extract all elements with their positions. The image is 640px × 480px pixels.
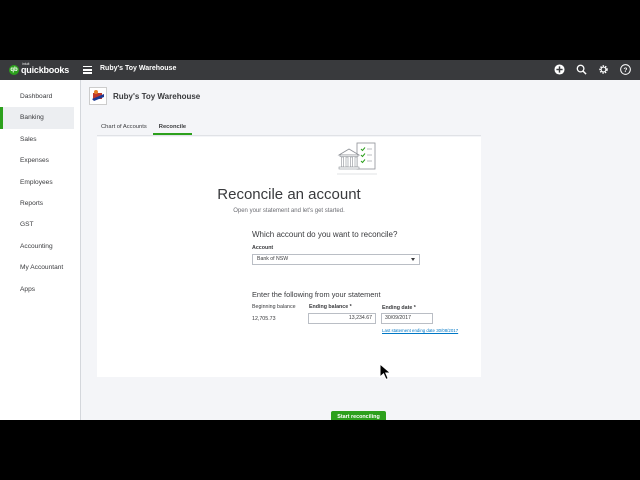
sidebar-item-gst[interactable]: GST xyxy=(0,214,80,235)
beginning-balance-value: 12,705.73 xyxy=(252,316,276,322)
sidebar-item-accounting[interactable]: Accounting xyxy=(0,236,80,257)
svg-text:?: ? xyxy=(624,67,628,74)
company-logo-icon xyxy=(89,87,107,105)
sidebar-item-employees[interactable]: Employees xyxy=(0,172,80,193)
gear-icon[interactable] xyxy=(597,63,610,76)
ending-balance-label: Ending balance * xyxy=(309,304,352,310)
logo-intuit-text: intuit xyxy=(22,61,30,66)
ending-balance-input[interactable]: 13,234.67 xyxy=(308,313,376,324)
sidebar-item-my-accountant[interactable]: My Accountant xyxy=(0,257,80,278)
main-content: Ruby's Toy Warehouse Chart of Accounts R… xyxy=(80,80,640,420)
ending-date-label: Ending date * xyxy=(382,305,416,311)
tab-divider xyxy=(97,135,481,136)
create-icon[interactable] xyxy=(553,63,566,76)
logo-text: quickbooks xyxy=(21,65,70,75)
sidebar-item-apps[interactable]: Apps xyxy=(0,279,80,300)
sidebar-item-banking[interactable]: Banking xyxy=(0,107,74,129)
logo-icon: qb xyxy=(9,65,19,75)
quickbooks-logo[interactable]: qb intuit quickbooks xyxy=(9,61,70,76)
chevron-down-icon xyxy=(411,258,415,261)
bank-statement-icon xyxy=(337,141,377,184)
account-question: Which account do you want to reconcile? xyxy=(252,230,398,239)
ending-date-input[interactable]: 30/09/2017 xyxy=(381,313,433,324)
tab-reconcile[interactable]: Reconcile xyxy=(152,121,193,135)
page-title: Reconcile an account xyxy=(217,186,361,203)
menu-icon[interactable] xyxy=(83,66,92,74)
help-icon[interactable]: ? xyxy=(619,63,632,76)
sidebar-item-reports[interactable]: Reports xyxy=(0,193,80,214)
statement-heading: Enter the following from your statement xyxy=(252,290,381,299)
company-title: Ruby's Toy Warehouse xyxy=(100,65,177,72)
tab-chart-of-accounts[interactable]: Chart of Accounts xyxy=(95,121,153,133)
account-label: Account xyxy=(252,245,274,251)
top-bar: qb intuit quickbooks Ruby's Toy Warehous… xyxy=(0,60,640,80)
last-statement-link[interactable]: Last statement ending date 30/08/2017 xyxy=(382,328,458,333)
mouse-cursor-icon xyxy=(379,362,393,386)
beginning-balance-label: Beginning balance xyxy=(252,304,296,310)
company-name: Ruby's Toy Warehouse xyxy=(113,91,201,101)
start-reconciling-button[interactable]: Start reconciling xyxy=(331,411,386,420)
account-select[interactable]: Bank of NSW xyxy=(252,254,420,265)
sidebar-item-expenses[interactable]: Expenses xyxy=(0,150,80,171)
app-window: qb intuit quickbooks Ruby's Toy Warehous… xyxy=(0,60,640,420)
search-icon[interactable] xyxy=(575,63,588,76)
reconcile-card: Reconcile an account Open your statement… xyxy=(97,137,481,420)
sidebar: Dashboard Banking Sales Expenses Employe… xyxy=(0,80,81,420)
sidebar-item-dashboard[interactable]: Dashboard xyxy=(0,86,80,107)
account-select-value: Bank of NSW xyxy=(257,256,289,262)
page-subtitle: Open your statement and let's get starte… xyxy=(233,208,345,214)
tabs: Chart of Accounts Reconcile xyxy=(95,121,193,135)
sidebar-item-sales[interactable]: Sales xyxy=(0,129,80,150)
